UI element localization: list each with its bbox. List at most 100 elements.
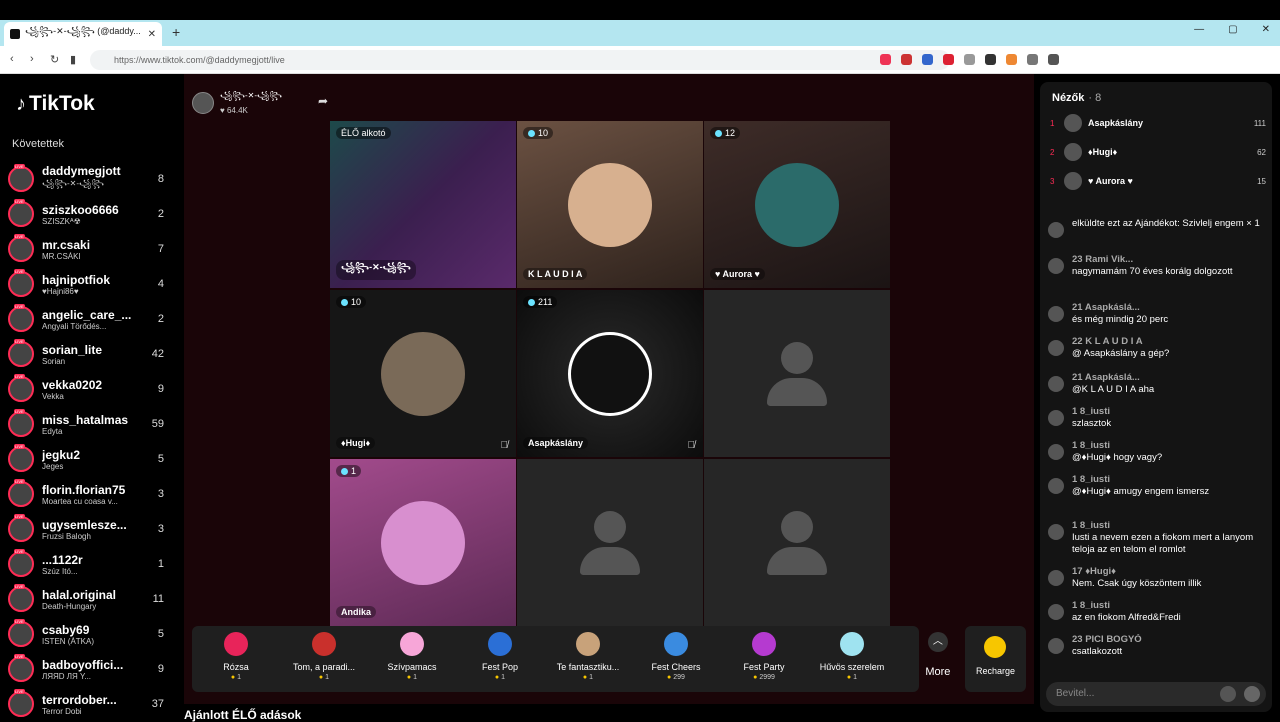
following-item[interactable]: halal.originalDeath-Hungary11 xyxy=(8,582,178,616)
following-item[interactable]: angelic_care_...Angyali Törődés... 2 xyxy=(8,302,178,336)
guest-cell[interactable] xyxy=(704,290,890,457)
avatar[interactable] xyxy=(8,409,34,437)
message-author[interactable]: 23 PICI BOGYÓ xyxy=(1072,634,1266,646)
avatar[interactable] xyxy=(8,199,34,227)
avatar[interactable] xyxy=(1048,444,1064,460)
top-viewer-row[interactable]: 2 ♦Hugi♦ 62 xyxy=(1050,141,1266,163)
avatar[interactable] xyxy=(1064,172,1082,190)
avatar[interactable] xyxy=(8,234,34,262)
message-author[interactable]: 1 8_iusti xyxy=(1072,406,1266,418)
following-item[interactable]: badboyoffici...ЛЯЯD ЛЯ Y... 9 xyxy=(8,652,178,686)
following-item[interactable]: jegku2Jeges 5 xyxy=(8,442,178,476)
following-item[interactable]: sziszkoo6666SZISZKᴬ☢ 2 xyxy=(8,197,178,231)
message-author[interactable]: 21 Asapkáslá... xyxy=(1072,302,1266,314)
avatar[interactable] xyxy=(8,514,34,542)
guest-cell[interactable]: 1 Andika xyxy=(330,459,516,626)
following-item[interactable]: mr.csakiMR.CSÁKI 7 xyxy=(8,232,178,266)
following-item[interactable]: florin.florian75Moartea cu coasa v... 3 xyxy=(8,477,178,511)
message-author[interactable]: 1 8_iusti xyxy=(1072,520,1266,532)
avatar[interactable] xyxy=(8,304,34,332)
maximize-icon[interactable]: ▢ xyxy=(1228,24,1237,35)
top-viewer-row[interactable]: 3 ♥ Aurora ♥ 15 xyxy=(1050,170,1266,192)
gift-item[interactable]: Fest Party 2999 xyxy=(720,632,808,681)
close-window-icon[interactable]: ✕ xyxy=(1262,24,1270,35)
avatar[interactable] xyxy=(1048,638,1064,654)
guest-cell[interactable]: 10 ♦Hugi♦ 🎙̸ xyxy=(330,290,516,457)
url-field[interactable]: https://www.tiktok.com/@daddymegjott/liv… xyxy=(90,50,950,70)
message-author[interactable]: 17 ♦Hugi♦ xyxy=(1072,566,1266,578)
following-item[interactable]: csaby69ISTEN (ÁTKA) 5 xyxy=(8,617,178,651)
chat-input[interactable]: Bevitel... xyxy=(1046,682,1266,706)
translate-icon[interactable] xyxy=(922,54,933,65)
following-item[interactable]: sorian_liteSorian42 xyxy=(8,337,178,371)
avatar[interactable] xyxy=(8,164,34,192)
guest-cell[interactable] xyxy=(517,459,703,626)
gift-item[interactable]: Fest Pop 1 xyxy=(456,632,544,681)
more-gifts-button[interactable]: ︿ More xyxy=(919,626,957,692)
avatar[interactable] xyxy=(8,549,34,577)
guest-cell[interactable]: 10 K L A U D I A xyxy=(517,121,703,288)
close-tab-icon[interactable]: ✕ xyxy=(148,29,156,40)
message-author[interactable]: 22 K L A U D I A xyxy=(1072,336,1266,348)
gift-item[interactable]: Szívpamacs 1 xyxy=(368,632,456,681)
avatar[interactable] xyxy=(1048,604,1064,620)
avatar[interactable] xyxy=(1048,258,1064,274)
following-item[interactable]: vekka0202Vekka 9 xyxy=(8,372,178,406)
gift-item[interactable]: Hűvös szerelem 1 xyxy=(808,632,896,681)
avatar[interactable] xyxy=(8,339,34,367)
new-tab-button[interactable]: + xyxy=(172,24,180,40)
back-icon[interactable]: ‹ xyxy=(10,53,14,65)
forward-icon[interactable]: › xyxy=(30,53,34,65)
guest-cell[interactable] xyxy=(704,459,890,626)
guest-cell[interactable]: 211 Asapkáslány 🎙̸ xyxy=(517,290,703,457)
avatar[interactable] xyxy=(8,269,34,297)
following-item[interactable]: miss_hatalmasEdyta59 xyxy=(8,407,178,441)
menu-icon[interactable] xyxy=(1048,54,1059,65)
following-item[interactable]: hajnipotfiok♥Hajni86♥ 4 xyxy=(8,267,178,301)
avatar[interactable] xyxy=(8,654,34,682)
extension-icon[interactable] xyxy=(964,54,975,65)
avatar[interactable] xyxy=(1048,222,1064,238)
avatar[interactable] xyxy=(8,444,34,472)
tiktok-logo[interactable]: ♪ TikTok xyxy=(16,92,95,116)
avatar[interactable] xyxy=(1048,306,1064,322)
guest-cell[interactable]: 12 ♥ Aurora ♥ xyxy=(704,121,890,288)
message-author[interactable]: 21 Asapkáslá... xyxy=(1072,372,1266,384)
avatar[interactable] xyxy=(1048,524,1064,540)
rewards-icon[interactable] xyxy=(901,54,912,65)
send-icon[interactable] xyxy=(1244,686,1260,702)
viewers-header[interactable]: Nézők · 8 xyxy=(1052,92,1101,104)
gift-item[interactable]: Rózsa 1 xyxy=(192,632,280,681)
following-item[interactable]: daddymegjott꧁꧂-✕-꧁꧂ 8 xyxy=(8,162,178,196)
extension-icon[interactable] xyxy=(1006,54,1017,65)
following-item[interactable]: terrordober...Terror Dobi37 xyxy=(8,687,178,721)
avatar[interactable] xyxy=(1064,143,1082,161)
bookmark-icon[interactable]: ▮ xyxy=(70,53,76,66)
message-author[interactable]: 1 8_iusti xyxy=(1072,600,1266,612)
brave-shield-icon[interactable] xyxy=(880,54,891,65)
avatar[interactable] xyxy=(1048,570,1064,586)
avatar[interactable] xyxy=(8,689,34,717)
avatar[interactable] xyxy=(8,619,34,647)
message-author[interactable]: 1 8_iusti xyxy=(1072,474,1266,486)
avatar[interactable] xyxy=(1048,478,1064,494)
extension-x-icon[interactable] xyxy=(943,54,954,65)
host-avatar[interactable] xyxy=(192,91,214,114)
top-viewer-row[interactable]: 1 Asapkáslány 111 xyxy=(1050,112,1266,134)
avatar[interactable] xyxy=(8,479,34,507)
gift-item[interactable]: Te fantasztiku... 1 xyxy=(544,632,632,681)
emoji-icon[interactable] xyxy=(1220,686,1236,702)
avatar[interactable] xyxy=(1048,376,1064,392)
avatar[interactable] xyxy=(8,584,34,612)
puzzle-icon[interactable] xyxy=(1027,54,1038,65)
avatar[interactable] xyxy=(8,374,34,402)
following-item[interactable]: ...1122rSzúz Itó... 1 xyxy=(8,547,178,581)
share-icon[interactable]: ➦ xyxy=(318,94,328,108)
extension-icon[interactable] xyxy=(985,54,996,65)
avatar[interactable] xyxy=(1048,340,1064,356)
minimize-icon[interactable]: — xyxy=(1194,24,1204,35)
recharge-button[interactable]: Recharge xyxy=(964,626,1026,692)
gift-item[interactable]: Tom, a paradi... 1 xyxy=(280,632,368,681)
host-info[interactable]: ꧁꧂-✕-꧁꧂ ♥ 64.4K xyxy=(192,90,282,115)
reload-icon[interactable]: ↻ xyxy=(50,53,59,66)
